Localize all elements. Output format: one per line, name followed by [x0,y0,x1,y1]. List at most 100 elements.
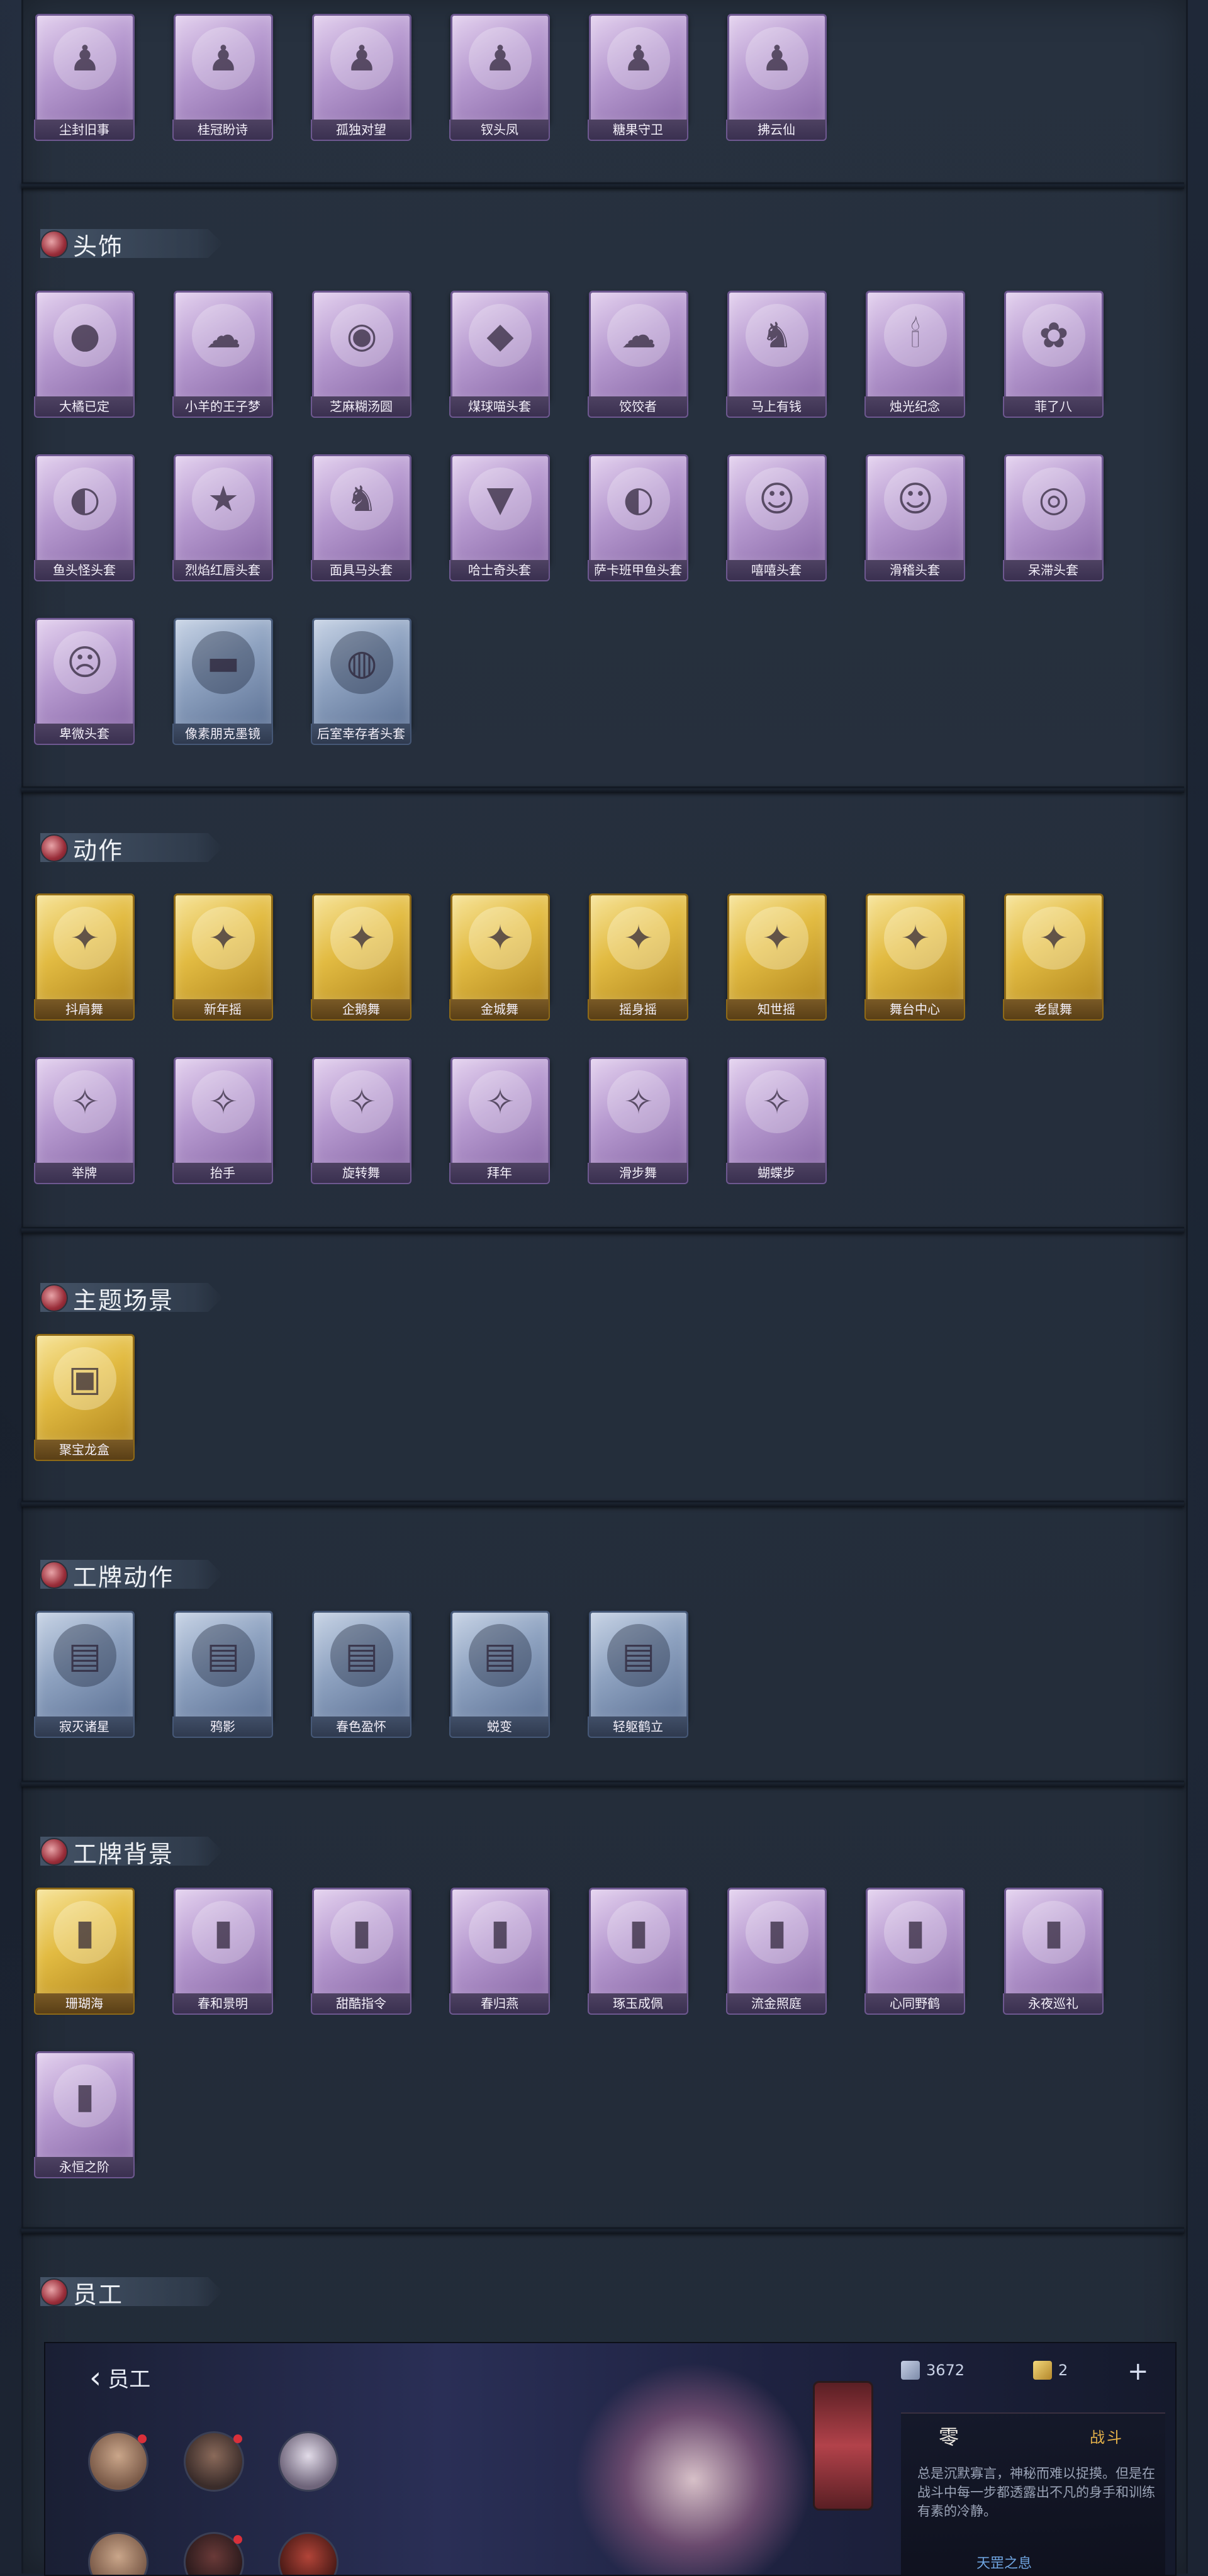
item-card[interactable]: ✦ 舞台中心 [864,893,965,1021]
item-card[interactable]: ☹ 卑微头套 [34,618,135,745]
item-card[interactable]: ▮ 心同野鹤 [864,1888,965,2015]
staff-portrait[interactable] [184,2431,244,2492]
item-card[interactable]: ♟ 钗头凤 [449,14,550,141]
item-card[interactable]: ✦ 新年摇 [172,893,273,1021]
horse-mask-icon: ♞ [330,468,393,530]
item-card[interactable]: ✧ 蝴蝶步 [726,1057,827,1184]
figure-icon: ♟ [53,27,116,90]
staff-portrait[interactable] [88,2431,148,2492]
item-tile: ▼ [450,454,550,564]
item-card[interactable]: ◍ 后室幸存者头套 [311,618,411,745]
add-currency-button[interactable]: + [1127,2357,1149,2386]
gem-icon [40,230,68,258]
item-card[interactable]: ▮ 永夜巡礼 [1003,1888,1104,2015]
sheep-head-icon: ☁ [192,304,255,367]
item-card[interactable]: ✧ 举牌 [34,1057,135,1184]
scene-icon: ▣ [53,1347,116,1410]
gasmask-icon: ◍ [330,631,393,694]
item-card[interactable]: ✦ 抖肩舞 [34,893,135,1021]
item-card[interactable]: ▤ 蜕变 [449,1611,550,1738]
item-card[interactable]: ♟ 糖果守卫 [588,14,688,141]
item-card[interactable]: ◉ 芝麻糊汤圆 [311,291,411,418]
item-card[interactable]: ★ 烈焰红唇头套 [172,454,273,581]
item-card[interactable]: ▤ 春色盈怀 [311,1611,411,1738]
item-card[interactable]: ♞ 马上有钱 [726,291,827,418]
item-card[interactable]: ☁ 小羊的王子梦 [172,291,273,418]
item-label: 轻躯鹤立 [588,1716,688,1738]
item-card[interactable]: ▼ 哈士奇头套 [449,454,550,581]
item-card[interactable]: ♞ 面具马头套 [311,454,411,581]
item-card[interactable]: ✦ 老鼠舞 [1003,893,1104,1021]
horse-head-icon: ♞ [746,304,808,367]
item-card[interactable]: ▮ 甜酷指令 [311,1888,411,2015]
staff-portrait[interactable] [278,2431,338,2492]
item-card[interactable]: ✦ 摇身摇 [588,893,688,1021]
item-label: 举牌 [34,1163,135,1184]
item-tile: ☺ [866,454,965,564]
item-card[interactable]: ✧ 旋转舞 [311,1057,411,1184]
card-icon: ▮ [469,1901,532,1964]
figure-icon: ♟ [607,27,670,90]
item-card[interactable]: ✦ 企鹅舞 [311,893,411,1021]
item-label: 寂灭诸星 [34,1716,135,1738]
card-icon: ▮ [53,2064,116,2127]
item-label: 新年摇 [172,999,273,1021]
item-card[interactable]: ☁ 饺饺者 [588,291,688,418]
item-card[interactable]: ▮ 春归燕 [449,1888,550,2015]
item-label: 永恒之阶 [34,2157,135,2178]
smirk-emoji-icon: ☺ [884,468,947,530]
currency-value: 2 [1058,2361,1068,2379]
character-model[interactable] [574,2362,813,2575]
item-card[interactable]: ● 大橘已定 [34,291,135,418]
item-card[interactable]: ▮ 流金照庭 [726,1888,827,2015]
item-card[interactable]: ✧ 拜年 [449,1057,550,1184]
item-card[interactable]: ♟ 拂云仙 [726,14,827,141]
staff-portrait[interactable] [278,2532,338,2575]
item-card[interactable]: ☺ 嘻嘻头套 [726,454,827,581]
item-card[interactable]: ▮ 珊瑚海 [34,1888,135,2015]
item-card[interactable]: ✧ 滑步舞 [588,1057,688,1184]
item-card[interactable]: ♟ 尘封旧事 [34,14,135,141]
item-card[interactable]: ◐ 鱼头怪头套 [34,454,135,581]
item-card[interactable]: ◎ 呆滞头套 [1003,454,1104,581]
item-card[interactable]: ▤ 寂灭诸星 [34,1611,135,1738]
item-card[interactable]: ♟ 孤独对望 [311,14,411,141]
section-title: 动作 [73,836,124,865]
item-card[interactable]: ✦ 金城舞 [449,893,550,1021]
item-card[interactable]: ▤ 鸦影 [172,1611,273,1738]
item-tile: ▮ [35,2051,135,2161]
item-card[interactable]: ▮ 琢玉成佩 [588,1888,688,2015]
item-card[interactable]: ✿ 菲了八 [1003,291,1104,418]
item-card[interactable]: ☺ 滑稽头套 [864,454,965,581]
item-label: 拂云仙 [726,120,827,141]
item-card[interactable]: ▬ 像素朋克墨镜 [172,618,273,745]
item-tile: ◐ [589,454,688,564]
pose-icon: ✧ [330,1070,393,1133]
item-tile: ▬ [174,618,273,727]
item-card[interactable]: ◐ 萨卡班甲鱼头套 [588,454,688,581]
item-card[interactable]: 🕯 烛光纪念 [864,291,965,418]
gem-icon [40,1561,68,1589]
item-card[interactable]: ✦ 知世摇 [726,893,827,1021]
staff-portrait[interactable] [88,2532,148,2575]
currency-echo: 2 [1033,2361,1068,2380]
character-trait[interactable]: 天罡之息 [976,2552,1032,2572]
back-button[interactable]: ‹ 员工 [89,2362,150,2393]
dance-icon: ✦ [607,907,670,970]
item-tile: ✧ [35,1057,135,1167]
fish-head-icon: ◐ [53,468,116,530]
staff-portrait[interactable] [184,2532,244,2575]
item-card[interactable]: ♟ 桂冠盼诗 [172,14,273,141]
item-tile: ◎ [1004,454,1104,564]
item-label: 大橘已定 [34,396,135,418]
item-card[interactable]: ▤ 轻躯鹤立 [588,1611,688,1738]
item-tile: ▮ [312,1888,411,1997]
item-card[interactable]: ▮ 春和景明 [172,1888,273,2015]
item-card[interactable]: ▮ 永恒之阶 [34,2051,135,2178]
item-card[interactable]: ▣ 聚宝龙盒 [34,1334,135,1461]
item-tile: ▤ [312,1611,411,1720]
item-label: 鱼头怪头套 [34,560,135,581]
item-card[interactable]: ✧ 抬手 [172,1057,273,1184]
item-card[interactable]: ◆ 煤球喵头套 [449,291,550,418]
echo-icon [1033,2361,1052,2380]
